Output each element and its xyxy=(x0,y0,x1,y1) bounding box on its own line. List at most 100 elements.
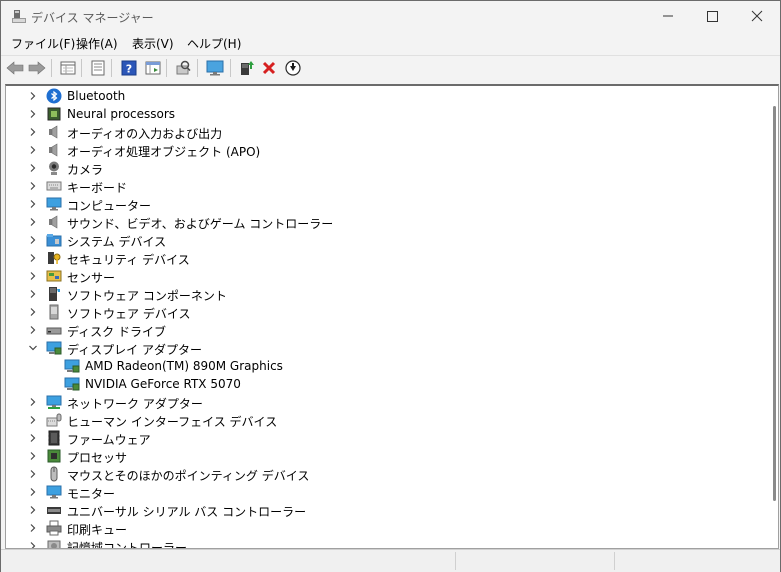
chevron-right-icon[interactable] xyxy=(26,502,40,518)
menu-view[interactable]: 表示(V) xyxy=(132,35,174,52)
close-button[interactable] xyxy=(734,1,780,33)
tree-category-row[interactable]: プロセッサ xyxy=(6,447,761,465)
chevron-right-icon[interactable] xyxy=(26,160,40,176)
tree-category-row[interactable]: マウスとそのほかのポインティング デバイス xyxy=(6,465,761,483)
tree-item-label: ソフトウェア デバイス xyxy=(67,307,191,321)
tree-category-row[interactable]: システム デバイス xyxy=(6,231,761,249)
tree-item-label: オーディオ処理オブジェクト (APO) xyxy=(67,145,261,159)
tree-item-label: Neural processors xyxy=(67,107,176,121)
chevron-right-icon[interactable] xyxy=(26,538,40,548)
scan-hardware-button[interactable] xyxy=(173,58,193,78)
back-button[interactable] xyxy=(5,58,25,78)
chevron-right-icon[interactable] xyxy=(26,232,40,248)
tree-category-row[interactable]: Neural processors xyxy=(6,105,761,123)
menu-help[interactable]: ヘルプ(H) xyxy=(187,35,241,52)
chevron-right-icon[interactable] xyxy=(26,88,40,104)
tree-item-label: モニター xyxy=(67,487,116,501)
tree-category-row[interactable]: 記憶域コントローラー xyxy=(6,537,761,548)
device-tree[interactable]: Bluetooth Neural processors オーディオの入力および出力オ… xyxy=(5,84,779,549)
forward-button[interactable] xyxy=(27,58,47,78)
forward-arrow-icon xyxy=(28,61,46,75)
tree-item-label: ファームウェア xyxy=(67,433,151,447)
tree-category-row[interactable]: ヒューマン インターフェイス デバイス xyxy=(6,411,761,429)
tree-category-row[interactable]: ディスプレイ アダプター xyxy=(6,339,761,357)
chevron-right-icon[interactable] xyxy=(26,430,40,446)
update-driver-button[interactable] xyxy=(237,58,257,78)
svg-text:?: ? xyxy=(126,63,132,76)
chevron-right-icon[interactable] xyxy=(26,520,40,536)
network-icon xyxy=(46,395,62,409)
chevron-right-icon[interactable] xyxy=(26,106,40,122)
tree-item-label: NVIDIA GeForce RTX 5070 xyxy=(85,377,241,391)
tree-category-row[interactable]: モニター xyxy=(6,483,761,501)
bluetooth-icon xyxy=(46,88,62,104)
computer-monitor-icon xyxy=(206,60,224,76)
title-bar[interactable]: デバイス マネージャー xyxy=(1,1,780,33)
tree-category-row[interactable]: ソフトウェア コンポーネント xyxy=(6,285,761,303)
printer-icon xyxy=(46,520,62,536)
tree-category-row[interactable]: キーボード xyxy=(6,177,761,195)
scan-hardware-icon xyxy=(176,60,191,75)
disk-icon xyxy=(46,327,62,335)
chevron-right-icon[interactable] xyxy=(26,178,40,194)
usb-icon xyxy=(47,507,61,514)
view-panel-button[interactable] xyxy=(143,58,163,78)
menu-file[interactable]: ファイル(F) xyxy=(11,35,75,52)
chevron-right-icon[interactable] xyxy=(26,412,40,428)
tree-category-row[interactable]: 印刷キュー xyxy=(6,519,761,537)
vertical-scrollbar[interactable] xyxy=(768,86,778,548)
tree-device-row[interactable]: NVIDIA GeForce RTX 5070 xyxy=(6,375,761,393)
tree-item-label: サウンド、ビデオ、およびゲーム コントローラー xyxy=(67,217,334,231)
update-download-button[interactable] xyxy=(283,58,303,78)
scrollbar-thumb[interactable] xyxy=(773,106,776,501)
chevron-right-icon[interactable] xyxy=(26,196,40,212)
chevron-right-icon[interactable] xyxy=(26,142,40,158)
toolbar-separator xyxy=(51,59,52,77)
tree-item-label: システム デバイス xyxy=(67,235,167,249)
tree-category-row[interactable]: ソフトウェア デバイス xyxy=(6,303,761,321)
tree-category-row[interactable]: オーディオ処理オブジェクト (APO) xyxy=(6,141,761,159)
processor-icon xyxy=(47,449,61,463)
toolbar-separator xyxy=(166,59,167,77)
tree-item-label: AMD Radeon(TM) 890M Graphics xyxy=(85,359,283,373)
chevron-right-icon[interactable] xyxy=(26,484,40,500)
menu-action[interactable]: 操作(A) xyxy=(76,35,118,52)
help-button[interactable]: ? xyxy=(119,58,139,78)
maximize-button[interactable] xyxy=(689,1,735,33)
chevron-right-icon[interactable] xyxy=(26,124,40,140)
chevron-right-icon[interactable] xyxy=(26,286,40,302)
tree-category-row[interactable]: ユニバーサル シリアル バス コントローラー xyxy=(6,501,761,519)
tree-category-row[interactable]: オーディオの入力および出力 xyxy=(6,123,761,141)
tree-category-row[interactable]: センサー xyxy=(6,267,761,285)
software-icon xyxy=(49,287,60,301)
tree-category-row[interactable]: ネットワーク アダプター xyxy=(6,393,761,411)
properties-grid-icon xyxy=(60,61,76,75)
chevron-right-icon[interactable] xyxy=(26,322,40,338)
chevron-right-icon[interactable] xyxy=(26,466,40,482)
minimize-button[interactable] xyxy=(645,1,691,33)
minimize-icon xyxy=(663,15,673,17)
computer-monitor-button[interactable] xyxy=(205,58,225,78)
tree-item-label: プロセッサ xyxy=(67,451,128,465)
chevron-right-icon[interactable] xyxy=(26,304,40,320)
tree-category-row[interactable]: Bluetooth xyxy=(6,87,761,105)
window-title: デバイス マネージャー xyxy=(31,11,154,25)
tree-category-row[interactable]: サウンド、ビデオ、およびゲーム コントローラー xyxy=(6,213,761,231)
tree-category-row[interactable]: セキュリティ デバイス xyxy=(6,249,761,267)
tree-category-row[interactable]: ディスク ドライブ xyxy=(6,321,761,339)
print-list-button[interactable] xyxy=(88,58,108,78)
chevron-right-icon[interactable] xyxy=(26,214,40,230)
tree-device-row[interactable]: AMD Radeon(TM) 890M Graphics xyxy=(6,357,761,375)
chevron-right-icon[interactable] xyxy=(26,394,40,410)
chevron-down-icon[interactable] xyxy=(26,340,40,356)
keyboard-icon xyxy=(46,181,62,191)
properties-grid-button[interactable] xyxy=(58,58,78,78)
chevron-right-icon[interactable] xyxy=(26,250,40,266)
tree-category-row[interactable]: コンピューター xyxy=(6,195,761,213)
tree-item-label: セキュリティ デバイス xyxy=(67,253,190,267)
uninstall-button[interactable] xyxy=(259,58,279,78)
tree-category-row[interactable]: ファームウェア xyxy=(6,429,761,447)
chevron-right-icon[interactable] xyxy=(26,448,40,464)
tree-category-row[interactable]: カメラ xyxy=(6,159,761,177)
chevron-right-icon[interactable] xyxy=(26,268,40,284)
